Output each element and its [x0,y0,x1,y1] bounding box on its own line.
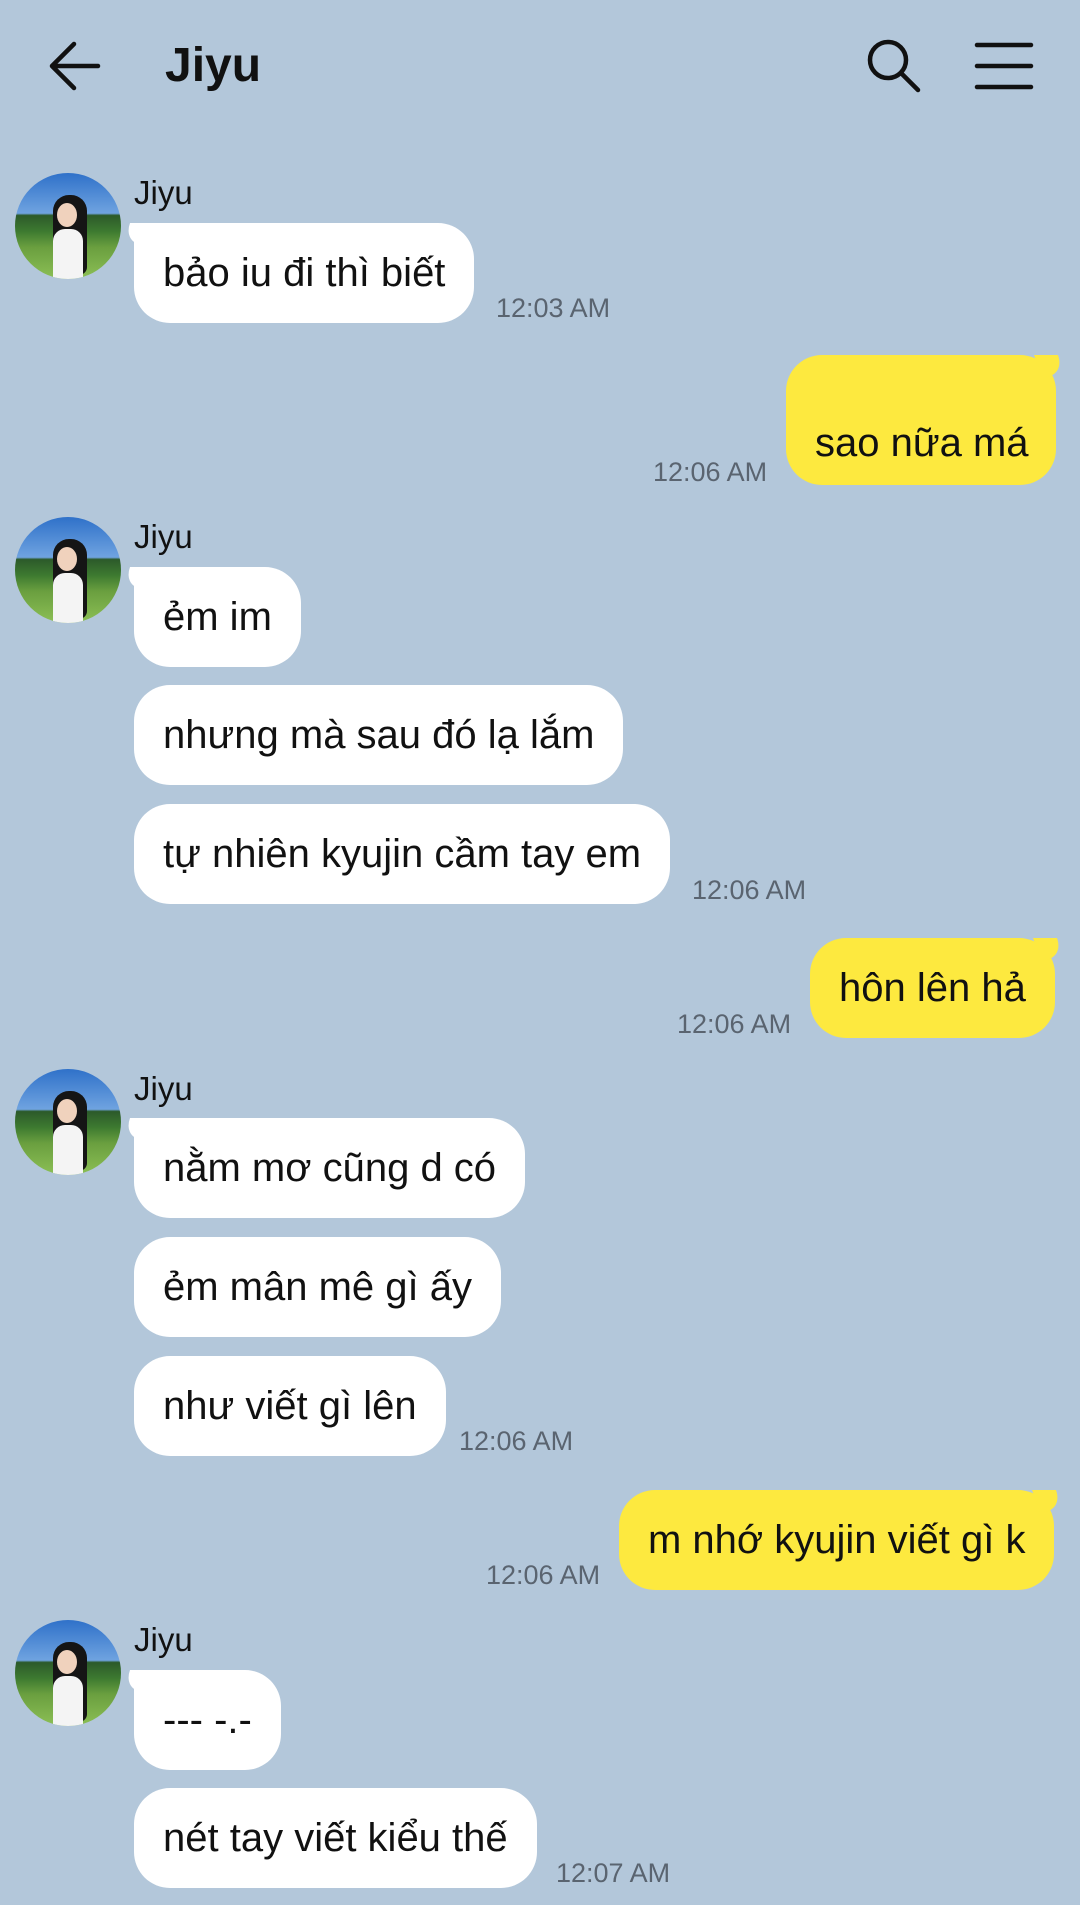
menu-button[interactable] [974,40,1034,92]
avatar[interactable] [15,173,121,279]
outgoing-message-bubble[interactable]: sao nữa má [786,355,1056,485]
avatar[interactable] [15,1069,121,1175]
incoming-message-bubble[interactable]: tự nhiên kyujin cầm tay em [134,804,671,904]
chat-title: Jiyu [165,39,262,92]
outgoing-message-bubble[interactable]: hôn lên hả [810,938,1055,1038]
message-timestamp: 12:07 AM [556,1858,671,1888]
chat-header: Jiyu [0,0,1080,135]
incoming-message-bubble[interactable]: nằm mơ cũng d có [134,1118,526,1218]
back-button[interactable] [46,38,110,94]
incoming-message-bubble[interactable]: --- -.- [134,1670,281,1770]
sender-name: Jiyu [134,1070,193,1107]
message-timestamp: 12:06 AM [692,875,807,905]
incoming-message-bubble[interactable]: bảo iu đi thì biết [134,223,475,323]
sender-name: Jiyu [134,174,193,211]
outgoing-message-bubble[interactable]: m nhớ kyujin viết gì k [619,1490,1055,1590]
arrow-left-icon [49,41,101,91]
sender-name: Jiyu [134,1621,193,1658]
incoming-message-bubble[interactable]: nhưng mà sau đó lạ lắm [134,685,624,785]
message-timestamp: 12:06 AM [459,1426,574,1456]
incoming-message-bubble[interactable]: ẻm mân mê gì ấy [134,1237,502,1337]
incoming-message-bubble[interactable]: như viết gì lên [134,1356,446,1456]
avatar[interactable] [15,517,121,623]
search-icon [867,39,921,93]
sender-name: Jiyu [134,518,193,555]
search-button[interactable] [864,36,924,96]
message-timestamp: 12:06 AM [653,457,768,487]
message-timestamp: 12:03 AM [496,293,611,323]
avatar[interactable] [15,1620,121,1726]
message-timestamp: 12:06 AM [677,1009,792,1039]
incoming-message-bubble[interactable]: nét tay viết kiểu thế [134,1788,537,1888]
message-timestamp: 12:06 AM [486,1560,601,1590]
incoming-message-bubble[interactable]: ẻm im [134,567,301,667]
hamburger-menu-icon [974,42,1034,90]
